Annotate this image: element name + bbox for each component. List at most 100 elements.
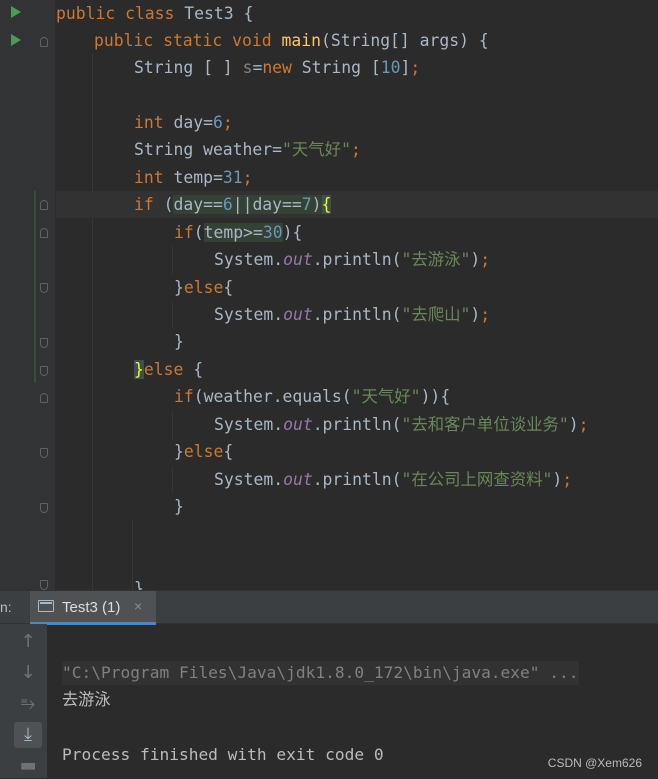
- code-token: (String[] args) {: [320, 31, 489, 50]
- code-token: else: [183, 278, 224, 297]
- code-token: Test3 {: [184, 4, 254, 23]
- scroll-to-end-icon[interactable]: ⤓: [14, 722, 42, 748]
- code-token: if: [134, 195, 164, 214]
- code-line[interactable]: if(weather.equals("天气好")){: [56, 383, 658, 410]
- code-line[interactable]: }: [56, 328, 658, 355]
- tab-label: Test3 (1): [62, 599, 121, 616]
- console-output-line: 去游泳: [62, 690, 111, 709]
- code-token: }: [174, 442, 184, 461]
- print-icon[interactable]: ▬: [14, 753, 42, 779]
- code-token: {: [223, 278, 234, 297]
- arrow-up-icon[interactable]: ↑: [14, 629, 42, 655]
- code-token: day==: [173, 195, 223, 214]
- code-line[interactable]: }else{: [56, 438, 658, 465]
- run-class-icon[interactable]: [11, 6, 21, 18]
- editor-gutter: [0, 0, 56, 590]
- code-line[interactable]: System.out.println("去爬山");: [56, 301, 658, 328]
- code-token: ;: [242, 168, 253, 187]
- code-line[interactable]: [56, 548, 658, 575]
- code-line[interactable]: public class Test3 {: [56, 0, 658, 27]
- code-line[interactable]: public static void main(String[] args) {: [56, 27, 658, 54]
- code-token: (weather.equals(: [193, 387, 352, 406]
- code-token: "天气好": [351, 387, 421, 406]
- code-token: System.: [214, 415, 284, 434]
- code-token: 7: [301, 195, 312, 214]
- code-token: .println(: [312, 250, 402, 269]
- fold-icon[interactable]: [40, 228, 48, 238]
- fold-icon[interactable]: [40, 366, 48, 376]
- code-line[interactable]: }: [56, 493, 658, 520]
- code-token: System.: [214, 470, 284, 489]
- code-line[interactable]: }else{: [56, 274, 658, 301]
- code-token: ){: [282, 223, 303, 242]
- code-token: ;: [410, 58, 421, 77]
- code-line[interactable]: [56, 520, 658, 547]
- code-token: System.: [214, 305, 284, 324]
- fold-icon[interactable]: [40, 283, 48, 293]
- code-line[interactable]: System.out.println("去和客户单位谈业务");: [56, 411, 658, 438]
- code-token: "去爬山": [401, 305, 471, 324]
- code-token: ;: [480, 250, 491, 269]
- code-line[interactable]: String [ ] s=new String [10];: [56, 54, 658, 81]
- code-token: 6: [222, 195, 233, 214]
- tab-test3[interactable]: Test3 (1) ×: [30, 591, 156, 625]
- watermark: CSDN @Xem626: [547, 756, 642, 770]
- code-token: (: [163, 195, 174, 214]
- tool-sidebar: ↑ ↓ ⥱ ⤓ ▬: [0, 624, 47, 778]
- code-token: 30: [262, 223, 283, 242]
- code-token: "在公司上网查资料": [401, 470, 553, 489]
- code-token: ): [552, 470, 563, 489]
- code-token: {: [193, 360, 204, 379]
- code-token: (: [193, 223, 204, 242]
- fold-icon[interactable]: [40, 393, 48, 403]
- code-token: ): [568, 415, 579, 434]
- code-token: int: [134, 113, 174, 132]
- code-token: temp>=: [203, 223, 263, 242]
- fold-icon[interactable]: [40, 37, 48, 47]
- code-token: .println(: [312, 305, 402, 324]
- code-token: System.: [214, 250, 284, 269]
- fold-icon[interactable]: [40, 338, 48, 348]
- code-token: out: [283, 415, 313, 434]
- code-editor[interactable]: public class Test3 {public static void m…: [0, 0, 658, 590]
- code-token: =: [252, 58, 263, 77]
- code-token: ): [470, 250, 481, 269]
- run-tool-window: n: Test3 (1) × ↑ ↓ ⥱ ⤓ ▬ "C:\Program Fil…: [0, 590, 658, 778]
- code-token: 31: [222, 168, 243, 187]
- code-token: )): [420, 387, 441, 406]
- code-token: ): [470, 305, 481, 324]
- soft-wrap-icon[interactable]: ⥱: [14, 691, 42, 717]
- code-line[interactable]: System.out.println("去游泳");: [56, 246, 658, 273]
- console-output[interactable]: "C:\Program Files\Java\jdk1.8.0_172\bin\…: [47, 624, 658, 778]
- code-token: ;: [480, 305, 491, 324]
- code-token: .println(: [312, 470, 402, 489]
- arrow-down-icon[interactable]: ↓: [14, 660, 42, 686]
- close-icon[interactable]: ×: [134, 598, 142, 614]
- fold-icon[interactable]: [40, 200, 48, 210]
- console-icon: [38, 600, 54, 612]
- code-line[interactable]: System.out.println("在公司上网查资料");: [56, 466, 658, 493]
- code-token: {: [223, 442, 234, 461]
- code-line[interactable]: [56, 81, 658, 108]
- code-line[interactable]: }else {: [56, 356, 658, 383]
- code-token: }: [134, 579, 144, 590]
- code-token: }: [174, 278, 184, 297]
- code-token: else: [143, 360, 194, 379]
- fold-icon[interactable]: [40, 503, 48, 513]
- code-line[interactable]: String weather="天气好";: [56, 136, 658, 163]
- code-token: new: [262, 58, 302, 77]
- fold-icon[interactable]: [40, 580, 48, 590]
- code-line[interactable]: int day=6;: [56, 109, 658, 136]
- code-line[interactable]: int temp=31;: [56, 164, 658, 191]
- code-token: ||day==: [232, 195, 302, 214]
- run-label: n:: [0, 599, 12, 615]
- fold-icon[interactable]: [40, 448, 48, 458]
- code-token: public static void: [94, 31, 282, 50]
- run-main-icon[interactable]: [11, 34, 21, 46]
- code-line[interactable]: if(temp>=30){: [56, 219, 658, 246]
- code-token: out: [283, 250, 313, 269]
- code-line[interactable]: }: [56, 575, 658, 590]
- code-token: "天气好": [282, 140, 351, 159]
- code-line[interactable]: if (day==6||day==7){: [56, 191, 658, 218]
- code-token: if: [174, 387, 194, 406]
